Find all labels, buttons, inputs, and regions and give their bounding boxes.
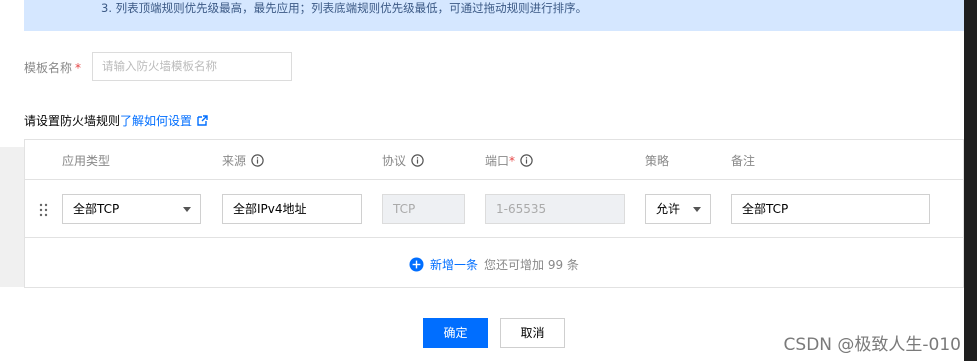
- external-link-icon[interactable]: [197, 115, 208, 126]
- template-name-label: 模板名称 *: [24, 59, 81, 76]
- add-rule-button[interactable]: 新增一条 您还可增加 99 条: [409, 256, 579, 273]
- header-source: 来源: [222, 152, 264, 169]
- left-edge: [0, 0, 24, 361]
- add-rule-hint: 您还可增加 99 条: [484, 258, 579, 272]
- protocol-input: TCP: [382, 194, 465, 224]
- help-link[interactable]: 了解如何设置: [120, 114, 192, 128]
- template-name-label-text: 模板名称: [24, 61, 73, 75]
- app-type-select[interactable]: 全部TCP: [62, 194, 201, 224]
- required-mark: *: [75, 61, 82, 75]
- header-policy: 策略: [645, 154, 670, 168]
- rules-title-text: 请设置防火墙规则: [24, 114, 121, 128]
- table-header: 应用类型 来源 协议 端口* 策略 备注: [25, 140, 963, 180]
- drag-handle-icon[interactable]: [39, 203, 49, 217]
- app-type-value: 全部TCP: [73, 202, 120, 216]
- notice-banner: 3. 列表顶端规则优先级最高，最先应用；列表底端规则优先级最低，可通过拖动规则进…: [24, 0, 964, 31]
- header-remark: 备注: [731, 154, 756, 168]
- template-name-input[interactable]: 请输入防火墙模板名称: [92, 52, 292, 81]
- port-required-mark: *: [509, 154, 516, 168]
- header-port: 端口*: [485, 152, 533, 169]
- rules-title: 请设置防火墙规则了解如何设置: [24, 112, 208, 129]
- policy-value: 允许: [656, 202, 681, 216]
- plus-circle-icon: [409, 257, 424, 272]
- port-input: 1-65535: [485, 194, 625, 224]
- header-port-text: 端口: [485, 154, 510, 168]
- info-icon[interactable]: [251, 154, 264, 167]
- policy-select[interactable]: 允许: [645, 194, 711, 224]
- info-icon[interactable]: [520, 154, 533, 167]
- add-row-area: 新增一条 您还可增加 99 条: [25, 238, 963, 287]
- rules-table: 应用类型 来源 协议 端口* 策略 备注 全部TCP 全部IPv4地址 TCP …: [24, 139, 964, 288]
- header-source-text: 来源: [222, 154, 247, 168]
- chevron-down-icon: [183, 207, 191, 212]
- right-edge: [964, 0, 977, 361]
- confirm-button[interactable]: 确定: [423, 318, 488, 348]
- add-rule-label: 新增一条: [430, 258, 479, 272]
- table-row: 全部TCP 全部IPv4地址 TCP 1-65535 允许 全部TCP: [25, 180, 963, 238]
- header-protocol-text: 协议: [382, 154, 407, 168]
- remark-input[interactable]: 全部TCP: [731, 194, 930, 224]
- header-protocol: 协议: [382, 152, 424, 169]
- header-app-type: 应用类型: [62, 154, 111, 168]
- notice-text: 3. 列表顶端规则优先级最高，最先应用；列表底端规则优先级最低，可通过拖动规则进…: [101, 1, 588, 15]
- cancel-button[interactable]: 取消: [500, 318, 565, 348]
- info-icon[interactable]: [411, 154, 424, 167]
- source-input[interactable]: 全部IPv4地址: [222, 194, 362, 224]
- watermark: CSDN @极致人生-010: [783, 335, 961, 355]
- chevron-down-icon: [693, 207, 701, 212]
